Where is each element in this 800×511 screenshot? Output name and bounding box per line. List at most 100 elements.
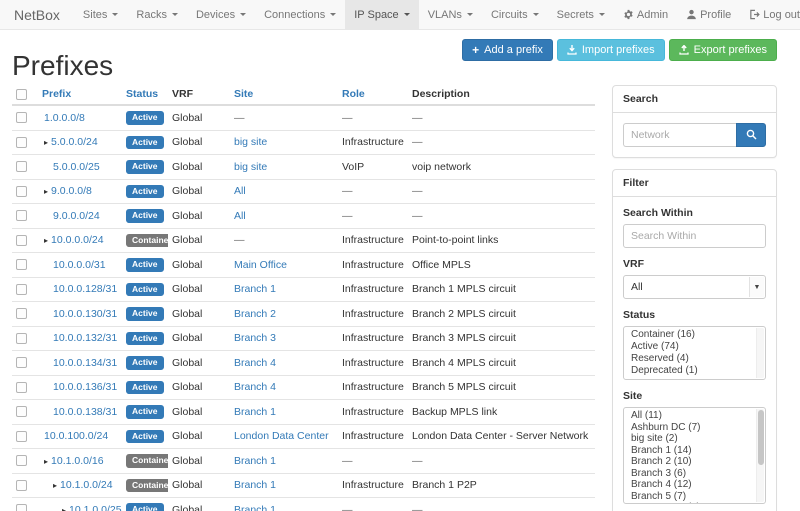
prefix-cell: ▸10.1.0.0/24: [38, 473, 122, 498]
empty-value: —: [342, 185, 353, 197]
log-out-button[interactable]: Log out: [740, 0, 800, 29]
brand[interactable]: NetBox: [14, 0, 74, 29]
scrollbar-thumb[interactable]: [758, 410, 764, 465]
prefix-link[interactable]: 1.0.0.0/8: [44, 112, 85, 124]
nav-item-connections[interactable]: Connections: [255, 0, 345, 29]
site-link[interactable]: London Data Center: [234, 430, 329, 442]
nav-item-ip-space[interactable]: IP Space: [345, 0, 418, 29]
row-checkbox[interactable]: [16, 431, 27, 442]
prefix-link[interactable]: 10.1.0.0/16: [51, 455, 104, 467]
prefix-link[interactable]: 9.0.0.0/24: [53, 210, 100, 222]
prefix-link[interactable]: 5.0.0.0/25: [53, 161, 100, 173]
search-button[interactable]: [736, 123, 766, 147]
site-cell: —: [230, 105, 338, 130]
status-cell: Container: [122, 228, 168, 253]
prefix-link[interactable]: 10.0.0.132/31: [53, 332, 117, 344]
status-badge: Active: [126, 356, 164, 370]
prefix-link[interactable]: 10.1.0.0/24: [60, 479, 113, 491]
prefix-link[interactable]: 10.0.0.138/31: [53, 406, 117, 418]
row-checkbox[interactable]: [16, 504, 27, 511]
site-link[interactable]: big site: [234, 161, 267, 173]
listbox-option[interactable]: Ashburn DC (7): [624, 422, 755, 434]
row-checkbox[interactable]: [16, 357, 27, 368]
listbox-option[interactable]: Deprecated (1): [624, 365, 755, 377]
row-checkbox[interactable]: [16, 112, 27, 123]
empty-value: —: [342, 112, 353, 124]
nav-item-vlans[interactable]: VLANs: [419, 0, 482, 29]
row-checkbox[interactable]: [16, 137, 27, 148]
role-cell: Infrastructure: [338, 424, 408, 449]
role-cell: —: [338, 204, 408, 229]
prefix-link[interactable]: 10.0.0.0/31: [53, 259, 106, 271]
row-checkbox[interactable]: [16, 455, 27, 466]
listbox-option[interactable]: Reserved (4): [624, 353, 755, 365]
listbox-option[interactable]: Branch 2 (10): [624, 456, 755, 468]
listbox-option[interactable]: Container (16): [624, 329, 755, 341]
nav-item-secrets[interactable]: Secrets: [548, 0, 614, 29]
row-checkbox[interactable]: [16, 406, 27, 417]
nav-item-circuits[interactable]: Circuits: [482, 0, 548, 29]
toolbar: + Add a prefix Import prefixes Export pr…: [462, 39, 777, 61]
page-header: + Add a prefix Import prefixes Export pr…: [12, 30, 777, 84]
site-link[interactable]: Branch 2: [234, 308, 276, 320]
export-prefixes-button[interactable]: Export prefixes: [669, 39, 777, 61]
row-checkbox[interactable]: [16, 161, 27, 172]
row-checkbox[interactable]: [16, 382, 27, 393]
prefix-link[interactable]: 10.1.0.0/25: [69, 504, 122, 511]
row-checkbox[interactable]: [16, 284, 27, 295]
site-link[interactable]: Branch 1: [234, 406, 276, 418]
site-link[interactable]: big site: [234, 136, 267, 148]
profile-button[interactable]: Profile: [677, 0, 740, 29]
listbox-option[interactable]: Branch 4 (12): [624, 479, 755, 491]
listbox-option[interactable]: big site (2): [624, 433, 755, 445]
column-header-prefix[interactable]: Prefix: [38, 84, 122, 105]
search-within-input[interactable]: [623, 224, 766, 248]
prefix-link[interactable]: 10.0.100.0/24: [44, 430, 108, 442]
search-input[interactable]: [623, 123, 736, 147]
row-checkbox[interactable]: [16, 333, 27, 344]
site-link[interactable]: Branch 3: [234, 332, 276, 344]
status-listbox[interactable]: Container (16)Active (74)Reserved (4)Dep…: [623, 326, 766, 380]
listbox-option[interactable]: Branch 5 (7): [624, 491, 755, 503]
row-checkbox[interactable]: [16, 480, 27, 491]
site-link[interactable]: All: [234, 185, 246, 197]
listbox-option[interactable]: Active (74): [624, 341, 755, 353]
site-link[interactable]: Branch 4: [234, 357, 276, 369]
nav-item-racks[interactable]: Racks: [127, 0, 187, 29]
prefix-link[interactable]: 10.0.0.136/31: [53, 381, 117, 393]
row-checkbox[interactable]: [16, 308, 27, 319]
listbox-option[interactable]: Branch 3 (6): [624, 468, 755, 480]
site-link[interactable]: Branch 4: [234, 381, 276, 393]
admin-button[interactable]: Admin: [614, 0, 677, 29]
prefix-link[interactable]: 5.0.0.0/24: [51, 136, 98, 148]
row-checkbox[interactable]: [16, 259, 27, 270]
row-checkbox[interactable]: [16, 186, 27, 197]
select-all-checkbox[interactable]: [16, 89, 27, 100]
import-prefixes-button[interactable]: Import prefixes: [557, 39, 665, 61]
column-header-site[interactable]: Site: [230, 84, 338, 105]
column-header-status[interactable]: Status: [122, 84, 168, 105]
prefix-link[interactable]: 10.0.0.130/31: [53, 308, 117, 320]
prefix-link[interactable]: 10.0.0.128/31: [53, 283, 117, 295]
site-link[interactable]: Branch 1: [234, 504, 276, 511]
site-link[interactable]: All: [234, 210, 246, 222]
listbox-option[interactable]: COLO-1-O1 (6): [624, 502, 755, 504]
add-prefix-button[interactable]: + Add a prefix: [462, 39, 553, 61]
vrf-select[interactable]: All▼: [623, 275, 766, 299]
row-checkbox[interactable]: [16, 235, 27, 246]
listbox-option[interactable]: Branch 1 (14): [624, 445, 755, 457]
site-link[interactable]: Branch 1: [234, 479, 276, 491]
prefix-link[interactable]: 10.0.0.0/24: [51, 234, 104, 246]
column-header-role[interactable]: Role: [338, 84, 408, 105]
nav-item-devices[interactable]: Devices: [187, 0, 255, 29]
filter-label-site: Site: [623, 390, 766, 402]
site-listbox[interactable]: All (11)Ashburn DC (7)big site (2)Branch…: [623, 407, 766, 504]
row-checkbox[interactable]: [16, 210, 27, 221]
listbox-option[interactable]: All (11): [624, 410, 755, 422]
prefix-link[interactable]: 9.0.0.0/8: [51, 185, 92, 197]
prefix-link[interactable]: 10.0.0.134/31: [53, 357, 117, 369]
site-link[interactable]: Main Office: [234, 259, 287, 271]
nav-item-sites[interactable]: Sites: [74, 0, 127, 29]
site-link[interactable]: Branch 1: [234, 455, 276, 467]
site-link[interactable]: Branch 1: [234, 283, 276, 295]
